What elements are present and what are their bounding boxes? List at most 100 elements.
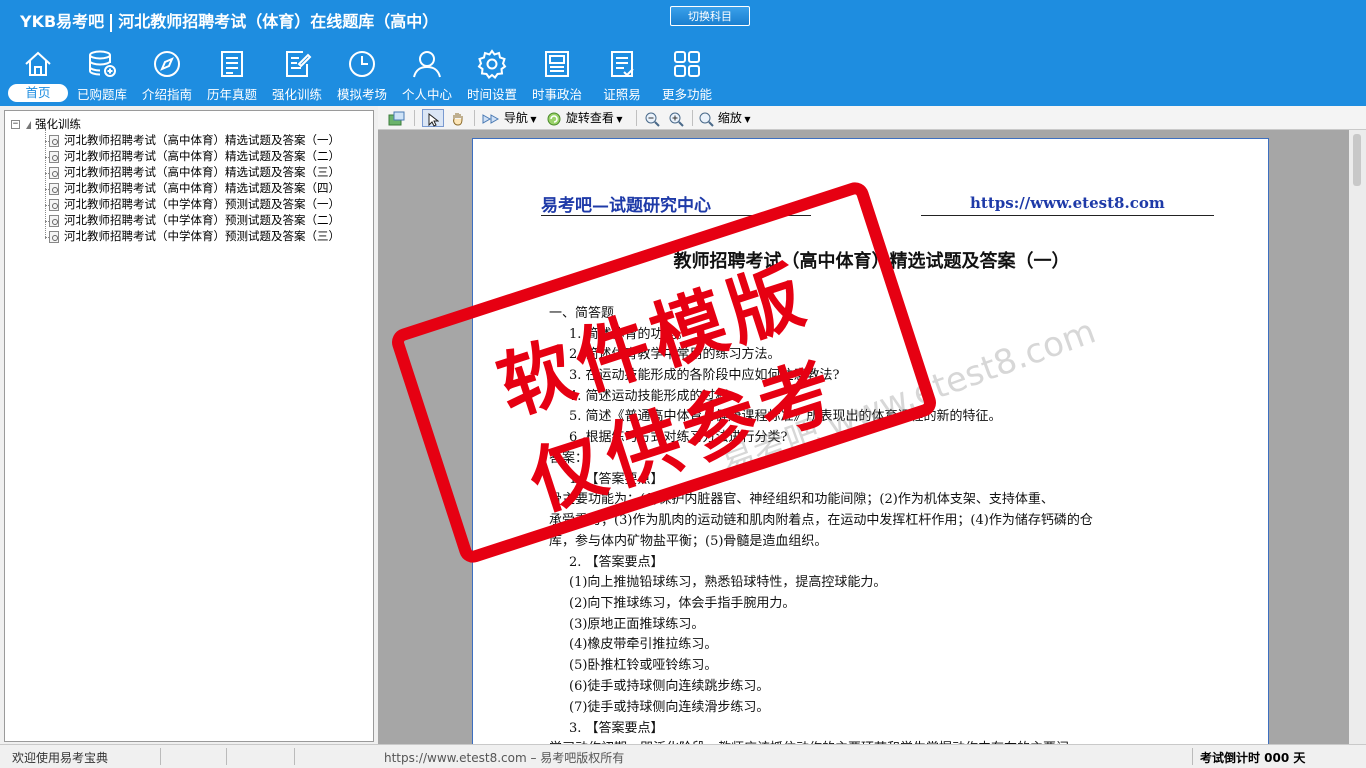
document-icon (49, 214, 59, 227)
status-bar: 欢迎使用易考宝典 https://www.etest8.com – 易考吧版权所… (0, 744, 1366, 768)
rotate-view-dropdown[interactable]: 旋转查看 ▼ (546, 109, 623, 127)
gear-icon (477, 49, 507, 79)
document-icon (49, 166, 59, 179)
tree-item[interactable]: 河北教师招聘考试（中学体育）预测试题及答案（一） (49, 196, 340, 212)
app-brand: YKB易考吧 河北教师招聘考试（体育）在线题库（高中） (20, 8, 438, 32)
document-icon (49, 230, 59, 243)
tree-item[interactable]: 河北教师招聘考试（高中体育）精选试题及答案（二） (49, 148, 340, 164)
edit-document-icon (286, 51, 312, 77)
toolbar-divider (692, 110, 693, 126)
nav-item-past-exams[interactable]: 历年真题 (200, 46, 264, 104)
nav-item-guide[interactable]: 介绍指南 (135, 46, 199, 104)
document-line: 2. 【答案要点】 (569, 555, 664, 570)
zoom-in-button[interactable] (668, 109, 684, 127)
header-rule-gap (811, 213, 921, 217)
document-line: 答案： (549, 451, 589, 466)
scrollbar-thumb[interactable] (1353, 134, 1361, 186)
document-page: 易考吧—试题研究中心 https://www.etest8.com 教师招聘考试… (472, 138, 1269, 758)
navigation-dropdown[interactable]: 导航 ▼ (482, 109, 537, 127)
tree-item[interactable]: 河北教师招聘考试（高中体育）精选试题及答案（三） (49, 164, 340, 180)
tree-item-label: 河北教师招聘考试（中学体育）预测试题及答案（二） (64, 213, 340, 227)
tree-item[interactable]: 河北教师招聘考试（高中体育）精选试题及答案（四） (49, 180, 340, 196)
nav-label: 历年真题 (206, 87, 257, 102)
tree-root[interactable]: − 强化训练 (11, 116, 81, 131)
database-icon (89, 50, 116, 77)
compass-icon (154, 51, 180, 77)
document-line: (4)橡皮带牵引推拉练习。 (569, 637, 718, 652)
tree-connector (45, 129, 46, 239)
status-divider (226, 748, 227, 765)
document-header-url[interactable]: https://www.etest8.com (970, 194, 1165, 212)
document-header-left: 易考吧—试题研究中心 (541, 196, 711, 216)
save-view-button[interactable] (388, 109, 406, 127)
document-line: (3)原地正面推球练习。 (569, 617, 705, 632)
nav-item-mock-exam[interactable]: 模拟考场 (330, 46, 394, 104)
document-line: 一、简答题 (549, 306, 615, 321)
rotate-icon (547, 112, 561, 125)
document-line: 3. 【答案要点】 (569, 721, 664, 736)
toolbar-divider (474, 110, 475, 126)
exam-tree[interactable]: − 强化训练 河北教师招聘考试（高中体育）精选试题及答案（一） 河北教师招聘考试（… (4, 110, 374, 742)
document-line: 承受重力；(3)作为肌肉的运动链和肌肉附着点，在运动中发挥杠杆作用；(4)作为储… (549, 513, 1093, 528)
tree-item-label: 河北教师招聘考试（高中体育）精选试题及答案（三） (64, 165, 340, 179)
watermark: 易考吧 www.etest8.com (715, 311, 1101, 485)
document-line: 骨主要功能为：(1)保护内脏器官、神经组织和功能间隙；(2)作为机体支架、支持体… (549, 492, 1054, 507)
document-line: 1. 【答案要点】 (569, 472, 664, 487)
document-icon (49, 198, 59, 211)
tree-item-label: 河北教师招聘考试（中学体育）预测试题及答案（一） (64, 197, 340, 211)
newspaper-icon (545, 51, 569, 77)
tree-item[interactable]: 河北教师招聘考试（中学体育）预测试题及答案（三） (49, 228, 340, 244)
nav-item-certificates[interactable]: 证照易 (590, 46, 654, 104)
nav-item-training[interactable]: 强化训练 (265, 46, 329, 104)
toolbar-divider (636, 110, 637, 126)
document-line: 1. 简述体育的功能。 (569, 327, 690, 342)
collapse-toggle-icon[interactable]: − (11, 120, 20, 129)
switch-subject-button[interactable]: 切换科目 (670, 6, 750, 26)
nav-label: 已购题库 (76, 87, 127, 102)
nav-label: 模拟考场 (336, 87, 387, 102)
hand-tool-button[interactable] (448, 109, 468, 127)
document-icon (49, 182, 59, 195)
navigation-icon (482, 113, 500, 124)
magnifier-icon (699, 112, 714, 127)
chevron-down-icon: ▼ (527, 115, 537, 124)
document-line: 4. 简述运动技能形成的过程 (569, 389, 729, 404)
user-icon (413, 51, 441, 78)
document-line: 3. 在运动技能形成的各阶段中应如何注意教法? (569, 368, 840, 383)
nav-label: 个人中心 (401, 87, 452, 102)
vertical-scrollbar[interactable] (1349, 130, 1366, 744)
zoom-out-icon (645, 112, 660, 127)
nav-item-time-settings[interactable]: 时间设置 (460, 46, 524, 104)
select-tool-button[interactable] (422, 109, 444, 127)
document-icon (49, 134, 59, 147)
nav-label: 首页 (8, 84, 68, 102)
cursor-arrow-icon (428, 112, 439, 127)
clock-icon (349, 51, 375, 77)
tree-item[interactable]: 河北教师招聘考试（高中体育）精选试题及答案（一） (49, 132, 340, 148)
document-line: (1)向上推抛铅球练习，熟悉铅球特性，提高控球能力。 (569, 575, 887, 590)
nav-item-profile[interactable]: 个人中心 (395, 46, 459, 104)
nav-label: 时间设置 (466, 87, 517, 102)
document-viewer[interactable]: 易考吧—试题研究中心 https://www.etest8.com 教师招聘考试… (378, 130, 1366, 758)
zoom-out-button[interactable] (644, 109, 660, 127)
status-divider (160, 748, 161, 765)
nav-item-more[interactable]: 更多功能 (655, 46, 719, 104)
exam-countdown: 考试倒计时 000 天 (1200, 751, 1306, 765)
nav-item-purchased[interactable]: 已购题库 (70, 46, 134, 104)
zoom-dropdown[interactable]: 缩放 ▼ (698, 109, 751, 127)
document-list-icon (221, 51, 243, 77)
document-icon (49, 150, 59, 163)
nav-item-current-affairs[interactable]: 时事政治 (525, 46, 589, 104)
tree-item-label: 河北教师招聘考试（高中体育）精选试题及答案（一） (64, 133, 340, 147)
document-line: (2)向下推球练习，体会手指手腕用力。 (569, 596, 796, 611)
status-divider (1192, 748, 1193, 765)
tree-item[interactable]: 河北教师招聘考试（中学体育）预测试题及答案（二） (49, 212, 340, 228)
document-line: 库，参与体内矿物盐平衡；(5)骨髓是造血组织。 (549, 534, 828, 549)
nav-item-home[interactable]: 首页 (6, 46, 70, 104)
zoom-in-icon (669, 112, 684, 127)
zoom-label: 缩放 (717, 111, 742, 125)
document-title: 教师招聘考试（高中体育）精选试题及答案（一） (673, 251, 1070, 272)
nav-label: 介绍指南 (141, 87, 192, 102)
left-panel: − 强化训练 河北教师招聘考试（高中体育）精选试题及答案（一） 河北教师招聘考试（… (0, 106, 378, 744)
document-line: 2. 简述体育教学中常用的练习方法。 (569, 347, 781, 362)
